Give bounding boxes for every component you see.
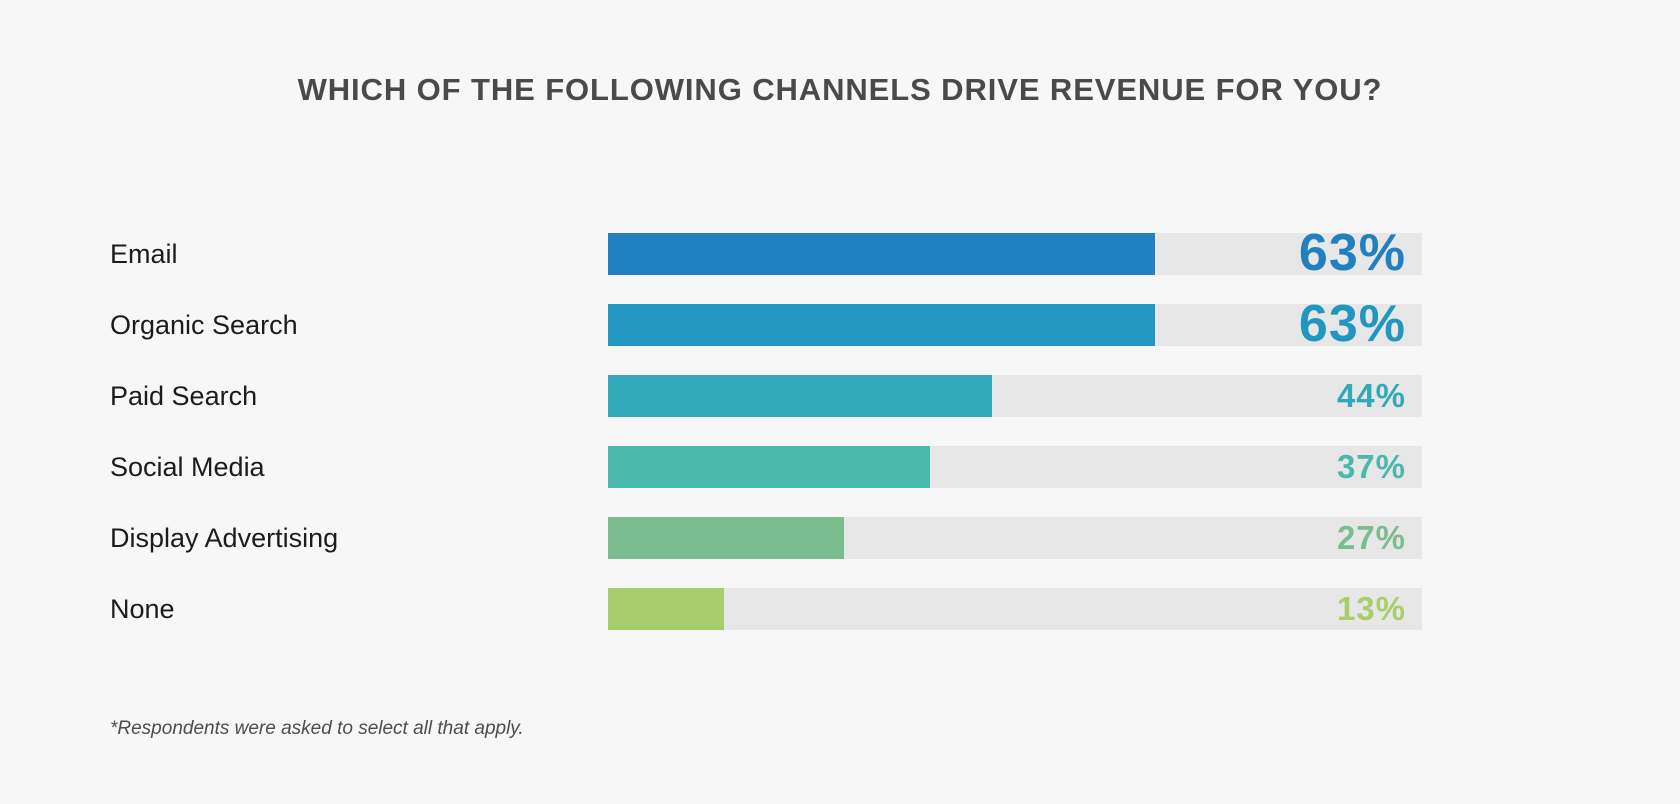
bar-fill (608, 588, 724, 630)
bar-track: 27% (608, 517, 1422, 559)
chart-title: WHICH OF THE FOLLOWING CHANNELS DRIVE RE… (297, 72, 1383, 107)
bar-value-label: 44% (1336, 377, 1406, 414)
bar-row: None 13% (0, 587, 1680, 631)
bar-value-label: 13% (1336, 590, 1406, 627)
bar-track: 63% (608, 295, 1422, 353)
category-label: Social Media (110, 452, 265, 482)
bar-row: Social Media 37% (0, 445, 1680, 489)
category-label: None (110, 594, 175, 624)
chart-figure: WHICH OF THE FOLLOWING CHANNELS DRIVE RE… (0, 0, 1680, 804)
bar-track: 37% (608, 446, 1422, 488)
bar-value-label: 27% (1336, 519, 1406, 556)
bar-row: Paid Search 44% (0, 374, 1680, 418)
bar-value-label: 63% (1298, 295, 1406, 353)
bar-value-label: 37% (1336, 448, 1406, 485)
chart-footnote: *Respondents were asked to select all th… (110, 718, 524, 739)
bar-track: 63% (608, 224, 1422, 282)
bar-fill (608, 517, 845, 559)
bar-fill (608, 375, 993, 417)
bar-row: Display Advertising 27% (0, 516, 1680, 560)
category-label: Organic Search (110, 310, 298, 340)
bar-row: Organic Search 63% (0, 295, 1680, 353)
bar-track: 44% (608, 375, 1422, 417)
bar-value-label: 63% (1298, 224, 1406, 282)
bar-row: Email 63% (0, 224, 1680, 282)
category-label: Display Advertising (110, 523, 339, 553)
category-label: Email (110, 239, 178, 269)
category-label: Paid Search (110, 381, 258, 411)
bar-fill (608, 304, 1155, 346)
bar-track: 13% (608, 588, 1422, 630)
bar-chart-plot-area: Email 63% Organic Search 63% Paid Search… (0, 224, 1680, 658)
bar-fill (608, 446, 930, 488)
bar-fill (608, 233, 1155, 275)
